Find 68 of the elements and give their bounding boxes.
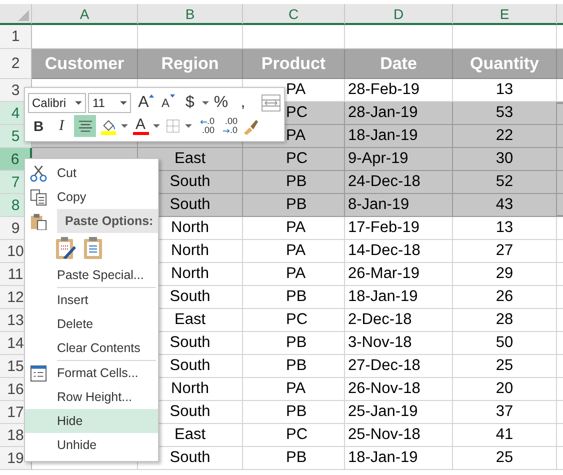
- table-cell: PA: [243, 378, 345, 401]
- table-cell: 30: [453, 148, 557, 171]
- table-cell: 20: [453, 378, 557, 401]
- table-cell: 9-Apr-19: [345, 148, 453, 171]
- menu-section-header: Paste Options:: [57, 209, 158, 233]
- table-cell: 18-Jan-19: [345, 286, 453, 309]
- table-cell: 8-Jan-19: [345, 194, 453, 217]
- table-cell: 25-Jan-19: [345, 401, 453, 424]
- header-cell: Region: [138, 49, 243, 79]
- table-cell: 2-Dec-18: [345, 309, 453, 332]
- table-cell: 29: [453, 263, 557, 286]
- decrease-decimal-button[interactable]: .00 .0: [217, 115, 238, 137]
- table-cell: 25: [453, 355, 557, 378]
- header-cell: Product: [243, 49, 345, 79]
- table-cell: PB: [243, 171, 345, 194]
- table-cell: PB: [243, 332, 345, 355]
- table-cell: 41: [453, 424, 557, 447]
- table-cell: 22: [453, 125, 557, 148]
- table-cell: 24-Dec-18: [345, 171, 453, 194]
- row-header[interactable]: 1: [0, 25, 32, 49]
- column-header[interactable]: C: [243, 4, 345, 25]
- table-cell: 17-Feb-19: [345, 217, 453, 240]
- column-header[interactable]: B: [138, 4, 243, 25]
- grow-font-button[interactable]: A: [136, 92, 156, 114]
- table-cell: 26-Mar-19: [345, 263, 453, 286]
- column-header[interactable]: E: [453, 4, 557, 25]
- table-cell: 27-Dec-18: [345, 355, 453, 378]
- table-cell: 25-Nov-18: [345, 424, 453, 447]
- table-cell: PB: [243, 194, 345, 217]
- table-cell: 37: [453, 401, 557, 424]
- table-cell: 28-Jan-19: [345, 102, 453, 125]
- shrink-font-button[interactable]: A: [158, 92, 178, 114]
- table-cell: PA: [243, 263, 345, 286]
- table-cell: 18-Jan-19: [345, 125, 453, 148]
- column-header[interactable]: A: [32, 4, 138, 25]
- table-cell: 27: [453, 240, 557, 263]
- menu-item[interactable]: Hide: [25, 409, 158, 433]
- italic-button[interactable]: I: [51, 115, 72, 137]
- table-cell: PA: [243, 240, 345, 263]
- increase-decimal-button[interactable]: .0 .00: [194, 115, 215, 137]
- table-cell: 25: [453, 447, 557, 470]
- table-cell: 18-Jan-19: [345, 447, 453, 470]
- table-cell: 26: [453, 286, 557, 309]
- font-color-button[interactable]: A: [130, 115, 151, 137]
- row-header[interactable]: 2: [0, 49, 32, 79]
- table-cell: 13: [453, 217, 557, 240]
- table-cell: 50: [453, 332, 557, 355]
- column-header[interactable]: D: [345, 4, 453, 25]
- table-cell: PC: [243, 424, 345, 447]
- header-cell: Quantity: [453, 49, 557, 79]
- table-cell: 26-Nov-18: [345, 378, 453, 401]
- table-cell: PB: [243, 355, 345, 378]
- format-button[interactable]: $: [180, 92, 200, 114]
- table-cell: PC: [243, 309, 345, 332]
- table-cell: 3-Nov-18: [345, 332, 453, 355]
- header-cell: Date: [345, 49, 453, 79]
- table-cell: 43: [453, 194, 557, 217]
- table-cell: PC: [243, 148, 345, 171]
- header-cell: Customer: [32, 49, 138, 79]
- table-cell: 28: [453, 309, 557, 332]
- table-cell: PB: [243, 447, 345, 470]
- table-cell: PB: [243, 286, 345, 309]
- table-cell: PA: [243, 217, 345, 240]
- table-cell: 14-Dec-18: [345, 240, 453, 263]
- format-button[interactable]: %: [211, 92, 231, 114]
- table-cell: 52: [453, 171, 557, 194]
- table-cell: PB: [243, 401, 345, 424]
- table-cell: 53: [453, 102, 557, 125]
